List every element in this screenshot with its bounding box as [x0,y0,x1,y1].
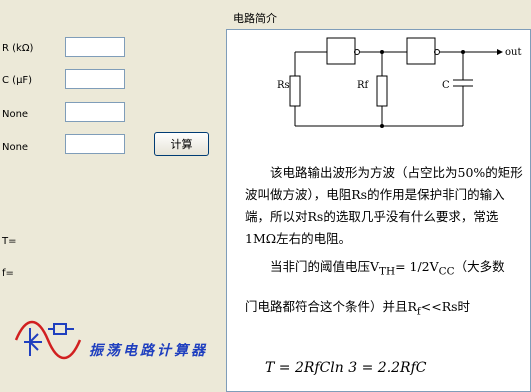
c-label-circuit: C [442,80,450,91]
description-paragraph-2: 当非门的阈值电压VTH= 1/2VCC（大多数 [270,259,505,278]
c-label: C (μF) [2,75,33,86]
rs-label: Rs [277,80,290,91]
none-input-1[interactable] [65,102,125,122]
panel-title: 电路简介 [233,12,277,25]
logo-text: 振荡电路计算器 [89,343,208,359]
description-paragraph-3: 门电路都符合这个条件）并且Rf<<Rs时 [245,299,471,318]
out-label: out [505,47,521,58]
r-label: R (kΩ) [2,43,34,54]
circuit-diagram: Rs Rf C out [277,37,521,128]
r-input[interactable] [65,37,125,57]
description-panel[interactable]: Rs Rf C out 该电路输出波形为方波（占空比为50%的矩形波叫做方波），… [226,29,531,392]
none-input-2[interactable] [65,134,125,154]
none-label-1: None [2,109,29,120]
period-formula: T = 2RfCln 3 = 2.2RfC [265,360,427,376]
frequency-result-label: f= [2,268,14,279]
period-result-label: T= [2,236,17,247]
c-input[interactable] [65,69,125,89]
calculate-button[interactable]: 计算 [154,132,209,156]
description-paragraph-1: 该电路输出波形为方波（占空比为50%的矩形波叫做方波），电阻Rs的作用是保护非门… [245,165,523,246]
rf-label: Rf [357,80,370,91]
none-label-2: None [2,142,29,153]
oscillator-logo-icon [14,320,82,360]
